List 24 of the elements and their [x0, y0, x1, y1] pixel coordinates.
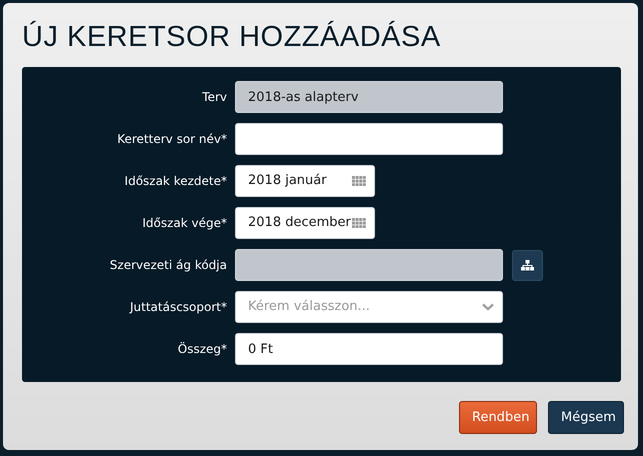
grid-icon: [352, 218, 366, 228]
field-label: Juttatáscsoport*: [128, 299, 227, 316]
hierarchy-icon: [521, 260, 534, 270]
input-field[interactable]: [235, 123, 503, 155]
date-field[interactable]: 2018 december: [235, 207, 375, 239]
input-field[interactable]: 2018-as alapterv: [235, 81, 503, 113]
input-field[interactable]: [235, 249, 503, 281]
date-field[interactable]: 2018 január: [235, 165, 375, 197]
field-label: Időszak vége*: [141, 215, 227, 232]
date-value: 2018 január: [248, 172, 327, 190]
date-value: 2018 december: [248, 214, 351, 232]
field-label: Szervezeti ág kódja: [108, 257, 227, 274]
field-label: Terv: [201, 89, 227, 106]
grid-icon: [352, 176, 366, 186]
input-field[interactable]: 0 Ft: [235, 333, 503, 365]
dialog-title: ÚJ KERETSOR HOZZÁADÁSA: [22, 23, 442, 55]
cancel-button[interactable]: Mégsem: [548, 401, 624, 434]
hierarchy-button[interactable]: [512, 250, 543, 280]
ok-button[interactable]: Rendben: [459, 401, 537, 434]
chevron-down-icon: [482, 303, 494, 311]
field-label: Időszak kezdete*: [124, 173, 227, 190]
select-placeholder: Kérem válasszon...: [248, 298, 370, 316]
field-label: Keretterv sor név*: [116, 131, 227, 148]
field-label: Összeg*: [176, 341, 227, 358]
